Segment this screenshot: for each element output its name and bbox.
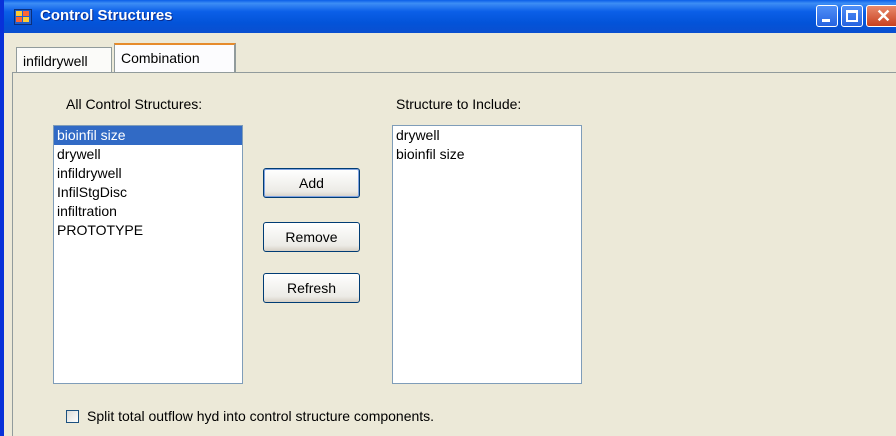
list-item[interactable]: bioinfil size	[393, 145, 581, 164]
window-title: Control Structures	[40, 7, 173, 24]
remove-button[interactable]: Remove	[263, 222, 360, 252]
tab-strip: infildrywell Combination	[16, 43, 896, 73]
all-control-structures-label: All Control Structures:	[66, 96, 203, 112]
close-icon: ✕	[876, 6, 892, 26]
close-button[interactable]: ✕	[866, 5, 896, 27]
all-control-structures-list[interactable]: bioinfil size drywell infildrywell InfilStg…	[53, 125, 243, 384]
list-item[interactable]: drywell	[393, 126, 581, 145]
refresh-button[interactable]: Refresh	[263, 273, 360, 303]
list-item[interactable]: InfilStgDisc	[54, 183, 242, 202]
split-outflow-label[interactable]: Split total outflow hyd into control str…	[87, 408, 434, 424]
list-item[interactable]: drywell	[54, 145, 242, 164]
structure-to-include-label: Structure to Include:	[396, 96, 522, 112]
tab-infildrywell[interactable]: infildrywell	[16, 47, 112, 73]
list-item[interactable]: infildrywell	[54, 164, 242, 183]
add-button[interactable]: Add	[263, 168, 360, 198]
list-item[interactable]: infiltration	[54, 202, 242, 221]
maximize-button[interactable]	[841, 5, 863, 27]
structure-to-include-list[interactable]: drywell bioinfil size	[392, 125, 582, 384]
split-outflow-checkbox[interactable]	[66, 410, 79, 423]
app-icon[interactable]	[14, 9, 32, 25]
minimize-button[interactable]	[816, 5, 838, 27]
list-item[interactable]: PROTOTYPE	[54, 221, 242, 240]
minimize-icon	[822, 19, 830, 22]
tab-combination[interactable]: Combination	[114, 43, 236, 73]
list-item[interactable]: bioinfil size	[54, 126, 242, 145]
title-bar[interactable]: Control Structures ✕	[4, 0, 896, 33]
maximize-icon	[846, 10, 858, 22]
